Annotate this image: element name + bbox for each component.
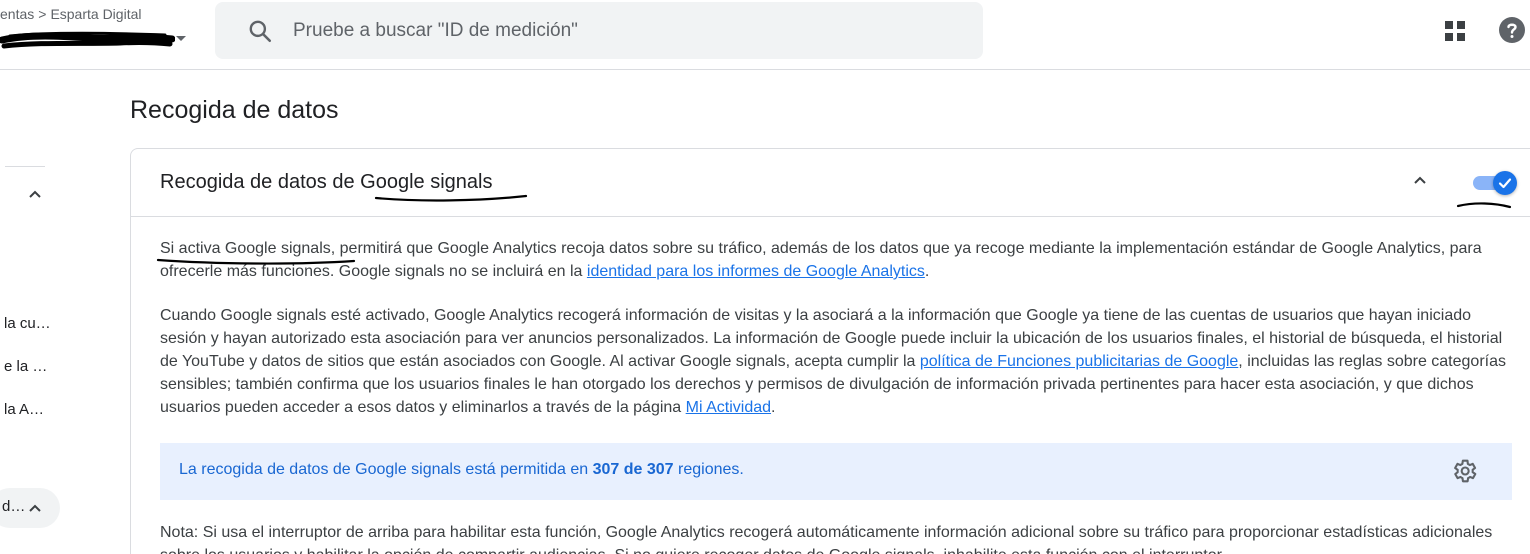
breadcrumb-property[interactable]: Esparta Digital xyxy=(50,6,141,22)
sidebar-item-3[interactable]: la A… xyxy=(4,401,44,418)
intro-paragraph: Si activa Google signals, permitirá que … xyxy=(160,237,1510,283)
details-text-end: . xyxy=(771,399,776,416)
regions-text-after: regiones. xyxy=(673,461,744,478)
sidebar-item-2[interactable]: e la … xyxy=(4,358,47,375)
regions-text-before: La recogida de datos de Google signals e… xyxy=(179,461,593,478)
property-selector[interactable] xyxy=(0,28,190,56)
check-icon xyxy=(1498,178,1512,189)
sidebar-divider xyxy=(5,166,45,167)
left-sidebar: la cu… e la … la A… d… xyxy=(0,70,60,554)
sidebar-section-header[interactable]: d… xyxy=(0,488,60,528)
top-bar: entas > Esparta Digital xyxy=(0,0,1530,70)
google-signals-card: Recogida de datos de Google signals Si a… xyxy=(130,148,1530,554)
regions-count: 307 de 307 xyxy=(592,461,674,478)
caret-down-icon xyxy=(176,36,186,41)
note-paragraph: Nota: Si usa el interruptor de arriba pa… xyxy=(160,524,1493,554)
reporting-identity-link[interactable]: identidad para los informes de Google An… xyxy=(587,263,925,280)
regions-info-banner: La recogida de datos de Google signals e… xyxy=(160,443,1512,500)
card-header[interactable]: Recogida de datos de Google signals xyxy=(131,149,1530,217)
apps-grid-icon[interactable] xyxy=(1443,19,1467,43)
sidebar-item-1[interactable]: la cu… xyxy=(4,315,51,332)
sidebar-section-label: d… xyxy=(2,498,26,515)
chevron-up-icon[interactable] xyxy=(28,189,42,199)
chevron-up-icon xyxy=(29,504,41,512)
details-paragraph: Cuando Google signals esté activado, Goo… xyxy=(160,304,1510,419)
search-icon xyxy=(249,20,272,43)
gear-icon[interactable] xyxy=(1450,457,1478,485)
breadcrumb-account[interactable]: entas xyxy=(0,6,34,22)
breadcrumb: entas > Esparta Digital xyxy=(0,6,141,22)
regions-info-text: La recogida de datos de Google signals e… xyxy=(179,461,744,479)
search-box[interactable] xyxy=(215,2,983,59)
page-title: Recogida de datos xyxy=(130,96,339,124)
breadcrumb-separator-icon: > xyxy=(38,6,47,22)
redaction-scribble xyxy=(0,31,175,49)
ads-policy-link[interactable]: política de Funciones publicitarias de G… xyxy=(920,353,1238,370)
search-input[interactable] xyxy=(293,2,953,59)
intro-text-end: . xyxy=(924,263,930,280)
chevron-up-icon[interactable] xyxy=(1413,175,1427,185)
card-title: Recogida de datos de Google signals xyxy=(160,171,493,193)
help-icon[interactable] xyxy=(1498,16,1526,44)
toggle-knob xyxy=(1493,171,1517,195)
my-activity-link[interactable]: Mi Actividad xyxy=(686,399,771,416)
google-signals-toggle[interactable] xyxy=(1473,171,1519,195)
